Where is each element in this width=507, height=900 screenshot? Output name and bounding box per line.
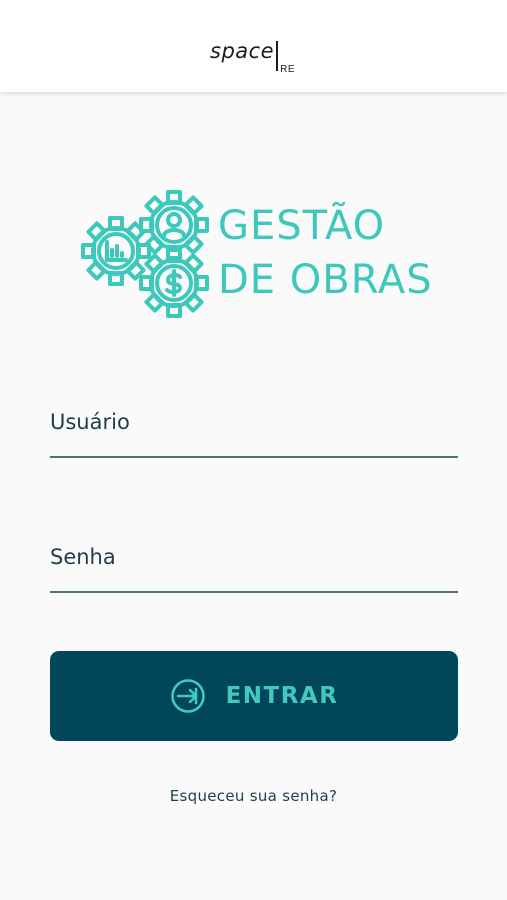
login-button-label: ENTRAR [225, 683, 339, 709]
brand-logo: space RE [210, 38, 295, 75]
login-screen: space RE GESTÃO DE OBRAS Usuário ENTRAR … [0, 0, 507, 900]
chart-gear-icon [81, 216, 151, 286]
brand-suffix: RE [280, 64, 296, 75]
arrow-right-circle-icon [170, 679, 205, 713]
username-field-wrapper [50, 400, 458, 458]
username-input[interactable] [50, 402, 458, 442]
logo-title-line2: DE OBRAS [218, 257, 433, 303]
app-header: space RE [0, 0, 507, 92]
password-field-wrapper [50, 535, 458, 593]
brand-name: space [210, 39, 275, 63]
brand-divider [276, 41, 279, 71]
logo-title-line1: GESTÃO [218, 203, 386, 249]
gestao-de-obras-logo: GESTÃO DE OBRAS [78, 185, 438, 325]
login-button[interactable]: ENTRAR [50, 651, 458, 741]
password-input[interactable] [50, 537, 458, 577]
forgot-password-link[interactable]: Esqueceu sua senha? [0, 787, 507, 805]
dollar-gear-icon [139, 248, 209, 318]
gears-icon [81, 190, 209, 318]
